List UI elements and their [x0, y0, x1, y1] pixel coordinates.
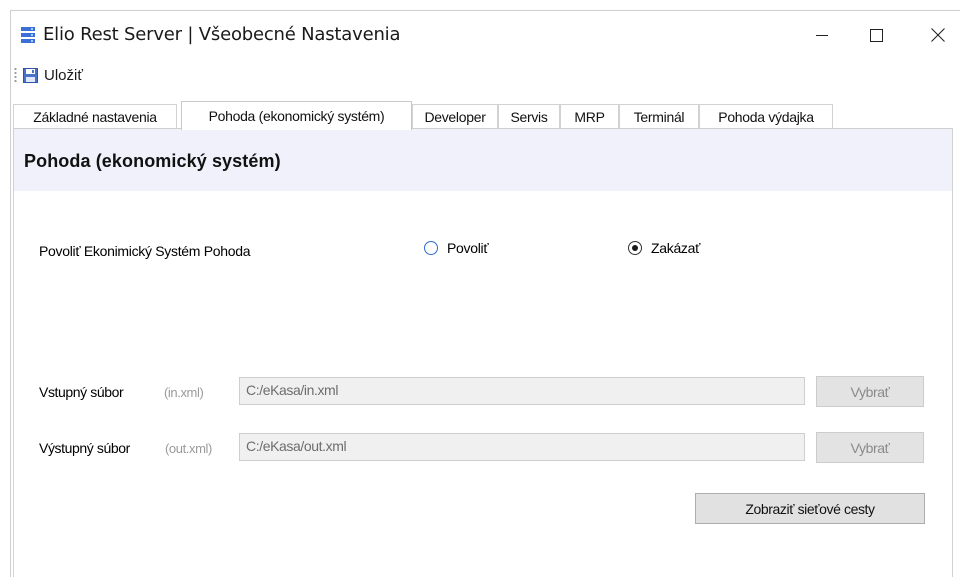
- tab-terminal[interactable]: Terminál: [619, 104, 699, 128]
- tab-label: Developer: [424, 108, 486, 125]
- tab-label: Servis: [510, 108, 548, 125]
- radio-deny-label: Zakázať: [651, 240, 701, 256]
- radio-allow[interactable]: Povoliť: [424, 240, 489, 256]
- input-file-hint: (in.xml): [164, 385, 204, 400]
- server-icon: [21, 27, 35, 43]
- tab-label: Pohoda (ekonomický systém): [208, 108, 385, 124]
- tab-label: MRP: [574, 108, 605, 125]
- tab-basic-settings[interactable]: Základné nastavenia: [13, 104, 177, 128]
- output-file-path-field[interactable]: C:/eKasa/out.xml: [239, 433, 805, 461]
- input-file-path-field[interactable]: C:/eKasa/in.xml: [239, 377, 805, 405]
- radio-allow-label: Povoliť: [447, 240, 489, 256]
- close-button[interactable]: [915, 11, 960, 59]
- tab-label: Terminál: [633, 108, 685, 125]
- minimize-icon: [816, 35, 828, 36]
- maximize-button[interactable]: [853, 11, 899, 59]
- tab-pohoda[interactable]: Pohoda (ekonomický systém): [181, 101, 412, 130]
- output-file-select-button[interactable]: Vybrať: [816, 432, 924, 463]
- tab-strip: Základné nastavenia Pohoda (ekonomický s…: [13, 101, 953, 130]
- save-button[interactable]: Uložiť: [23, 64, 83, 86]
- panel-title: Pohoda (ekonomický systém): [24, 151, 281, 171]
- window-title: Elio Rest Server | Všeobecné Nastavenia: [43, 24, 401, 45]
- enable-pohoda-label: Povoliť Ekonimický Systém Pohoda: [39, 243, 251, 259]
- show-network-paths-button[interactable]: Zobraziť sieťové cesty: [695, 493, 925, 524]
- output-file-label: Výstupný súbor: [39, 440, 130, 456]
- input-file-select-button[interactable]: Vybrať: [816, 376, 924, 407]
- input-file-label: Vstupný súbor: [39, 384, 124, 400]
- panel-header: Pohoda (ekonomický systém): [14, 129, 952, 191]
- maximize-icon: [869, 28, 883, 42]
- title-bar[interactable]: Elio Rest Server | Všeobecné Nastavenia: [11, 11, 960, 59]
- tab-label: Pohoda výdajka: [718, 108, 814, 125]
- tab-mrp[interactable]: MRP: [560, 104, 619, 128]
- save-button-label: Uložiť: [44, 66, 83, 84]
- tab-developer[interactable]: Developer: [412, 104, 498, 128]
- radio-checked-icon[interactable]: [628, 241, 642, 255]
- toolbar-grip[interactable]: [14, 67, 17, 83]
- floppy-disk-icon: [23, 67, 38, 83]
- tab-panel-pohoda: Pohoda (ekonomický systém) Povoliť Ekoni…: [13, 129, 953, 577]
- settings-window: Elio Rest Server | Všeobecné Nastavenia: [10, 10, 960, 577]
- close-icon: [931, 28, 945, 42]
- toolbar: Uložiť: [11, 63, 960, 89]
- radio-deny[interactable]: Zakázať: [628, 240, 700, 256]
- tab-pohoda-vydajka[interactable]: Pohoda výdajka: [699, 104, 833, 128]
- radio-dot: [632, 245, 638, 251]
- tab-servis[interactable]: Servis: [498, 104, 560, 128]
- output-file-hint: (out.xml): [165, 441, 212, 456]
- tab-label: Základné nastavenia: [33, 108, 157, 125]
- minimize-button[interactable]: [799, 11, 845, 59]
- radio-unchecked-icon[interactable]: [424, 241, 438, 255]
